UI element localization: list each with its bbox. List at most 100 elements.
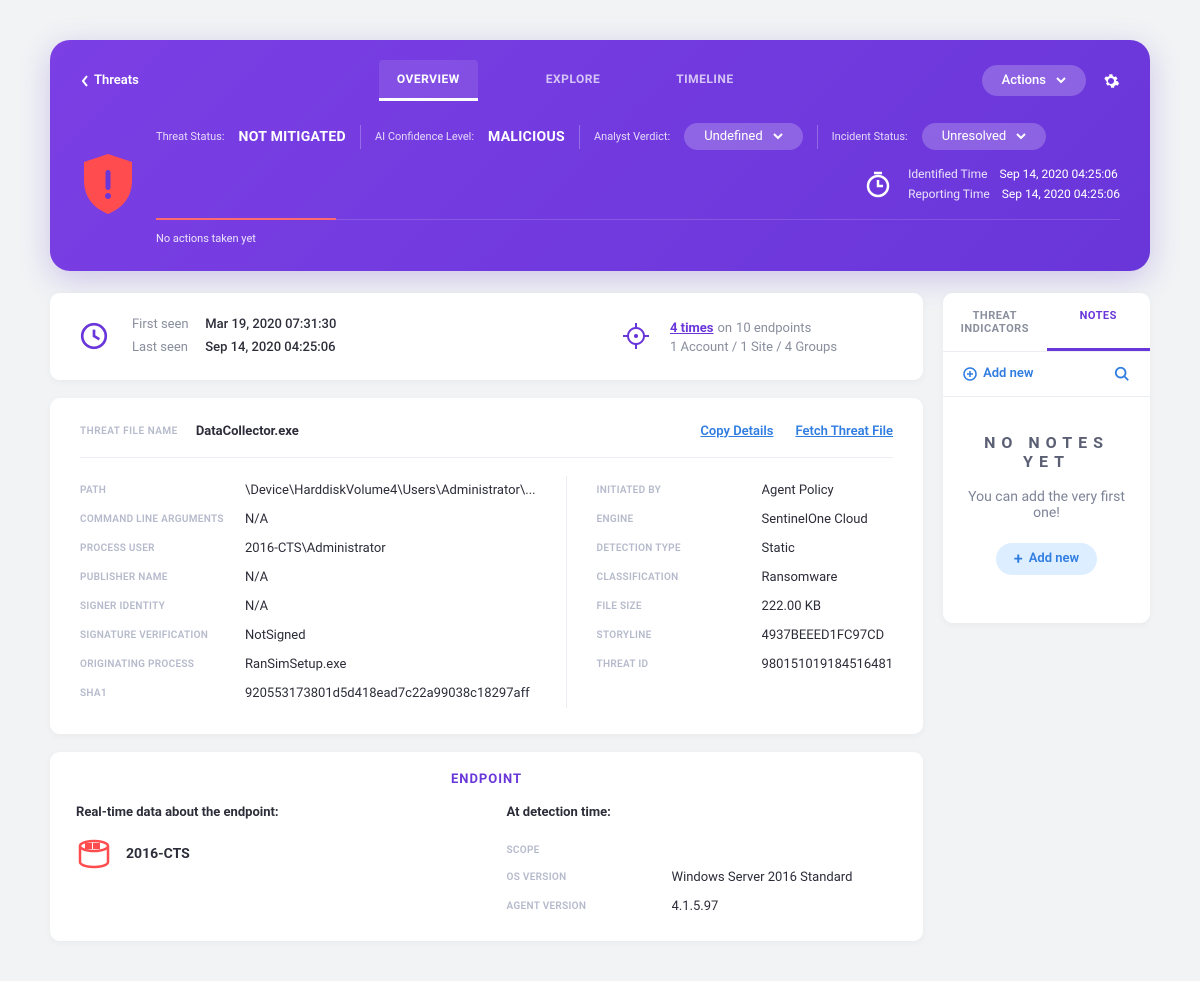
threat-details-card: THREAT FILE NAME DataCollector.exe Copy …	[50, 398, 923, 734]
detail-row: ENGINESentinelOne Cloud	[597, 505, 894, 534]
reporting-time-value: Sep 14, 2020 04:25:06	[1002, 184, 1120, 204]
detail-value: NotSigned	[245, 628, 306, 643]
detail-row: AGENT VERSION4.1.5.97	[507, 892, 898, 921]
analyst-verdict-select[interactable]: Undefined	[684, 123, 802, 150]
detail-key: SIGNER IDENTITY	[80, 599, 245, 614]
chevron-down-icon	[773, 133, 783, 140]
detail-key: AGENT VERSION	[507, 899, 672, 914]
detail-row: PATH\Device\HarddiskVolume4\Users\Admini…	[80, 476, 536, 505]
empty-notes-subtitle: You can add the very first one!	[967, 489, 1126, 521]
threat-shield-icon	[80, 152, 136, 216]
tab-timeline[interactable]: TIMELINE	[668, 60, 741, 101]
detail-row: ORIGINATING PROCESSRanSimSetup.exe	[80, 650, 536, 679]
reporting-time-label: Reporting Time	[908, 184, 990, 204]
detail-key: COMMAND LINE ARGUMENTS	[80, 512, 245, 527]
detail-value: Ransomware	[762, 570, 838, 585]
plus-circle-icon	[963, 367, 977, 381]
detail-value: 222.00 KB	[762, 599, 821, 614]
detail-key: FILE SIZE	[597, 599, 762, 614]
actions-button[interactable]: Actions	[982, 65, 1086, 96]
detail-key: THREAT ID	[597, 657, 762, 672]
first-seen-label: First seen	[132, 313, 202, 336]
identified-time-value: Sep 14, 2020 04:25:06	[999, 164, 1117, 184]
detail-value: 980151019184516481	[762, 657, 894, 672]
detail-key: PATH	[80, 483, 245, 498]
detail-value: N/A	[245, 599, 268, 614]
fetch-threat-file-link[interactable]: Fetch Threat File	[795, 424, 893, 439]
divider	[817, 125, 818, 149]
divider	[360, 125, 361, 149]
copy-details-link[interactable]: Copy Details	[700, 424, 773, 439]
actions-label: Actions	[1002, 73, 1046, 88]
detail-key: INITIATED BY	[597, 483, 762, 498]
last-seen-label: Last seen	[132, 336, 202, 359]
analyst-verdict-value: Undefined	[704, 129, 762, 144]
on-text: on	[717, 321, 732, 336]
chevron-down-icon	[1056, 77, 1066, 84]
add-chip-label: Add new	[1029, 551, 1079, 566]
last-seen-value: Sep 14, 2020 04:25:06	[205, 340, 335, 355]
detail-key: ORIGINATING PROCESS	[80, 657, 245, 672]
search-icon[interactable]	[1114, 366, 1130, 382]
tab-notes[interactable]: NOTES	[1047, 293, 1150, 351]
tab-threat-indicators[interactable]: THREAT INDICATORS	[943, 293, 1046, 351]
detail-key: ENGINE	[597, 512, 762, 527]
endpoint-title: ENDPOINT	[76, 772, 897, 805]
add-new-label: Add new	[983, 366, 1033, 381]
detail-value: N/A	[245, 512, 268, 527]
identified-time-label: Identified Time	[908, 164, 987, 184]
detail-value: SentinelOne Cloud	[762, 512, 868, 527]
detail-row: PUBLISHER NAMEN/A	[80, 563, 536, 592]
endpoint-card: ENDPOINT Real-time data about the endpoi…	[50, 752, 923, 941]
tab-explore[interactable]: EXPLORE	[538, 60, 608, 101]
detail-row: FILE SIZE222.00 KB	[597, 592, 894, 621]
detail-value: 920553173801d5d418ead7c22a99038c18297aff	[245, 686, 530, 701]
detail-row: SHA1920553173801d5d418ead7c22a99038c1829…	[80, 679, 536, 708]
detail-key: DETECTION TYPE	[597, 541, 762, 556]
incident-status-label: Incident Status:	[832, 130, 908, 143]
occurrences-link[interactable]: 4 times	[670, 321, 714, 336]
seen-summary-card: First seen Mar 19, 2020 07:31:30 Last se…	[50, 293, 923, 380]
detail-value: 4.1.5.97	[672, 899, 719, 914]
host-name: 2016-CTS	[126, 846, 190, 862]
detail-key: OS VERSION	[507, 870, 672, 885]
realtime-label: Real-time data about the endpoint:	[76, 805, 467, 820]
target-icon	[621, 321, 651, 351]
detail-key: SCOPE	[507, 843, 672, 856]
detail-row: SCOPE	[507, 836, 898, 863]
empty-notes-title: NO NOTES YET	[967, 433, 1126, 471]
stopwatch-icon	[864, 170, 892, 198]
detail-key: PUBLISHER NAME	[80, 570, 245, 585]
detail-row: CLASSIFICATIONRansomware	[597, 563, 894, 592]
endpoints-count: 10 endpoints	[736, 321, 811, 336]
incident-status-select[interactable]: Unresolved	[922, 123, 1047, 150]
divider	[566, 476, 567, 708]
chevron-down-icon	[1016, 133, 1026, 140]
chevron-left-icon	[80, 75, 90, 87]
back-threats-link[interactable]: Threats	[80, 73, 139, 88]
notes-panel: THREAT INDICATORS NOTES Add new NO NOTES…	[943, 293, 1150, 623]
detail-row: COMMAND LINE ARGUMENTSN/A	[80, 505, 536, 534]
tab-overview[interactable]: OVERVIEW	[379, 60, 478, 101]
detail-value: Static	[762, 541, 795, 556]
detail-key: SIGNATURE VERIFICATION	[80, 628, 245, 643]
detail-row: THREAT ID980151019184516481	[597, 650, 894, 679]
detail-key: CLASSIFICATION	[597, 570, 762, 585]
detail-key: STORYLINE	[597, 628, 762, 643]
file-name-value: DataCollector.exe	[196, 424, 299, 439]
detail-value: RanSimSetup.exe	[245, 657, 346, 672]
clock-icon	[79, 321, 109, 351]
divider	[579, 125, 580, 149]
detail-row: SIGNER IDENTITYN/A	[80, 592, 536, 621]
file-name-label: THREAT FILE NAME	[80, 426, 178, 437]
detail-row: STORYLINE4937BEEED1FC97CD	[597, 621, 894, 650]
analyst-verdict-label: Analyst Verdict:	[594, 130, 670, 143]
windows-server-icon	[76, 836, 112, 872]
gear-icon[interactable]	[1102, 72, 1120, 90]
add-note-chip[interactable]: + Add new	[996, 543, 1097, 575]
detail-row: PROCESS USER2016-CTS\Administrator	[80, 534, 536, 563]
add-note-link[interactable]: Add new	[963, 366, 1033, 381]
incident-status-value: Unresolved	[942, 129, 1007, 144]
detail-value: 4937BEEED1FC97CD	[762, 628, 885, 643]
threat-status-label: Threat Status:	[156, 130, 225, 143]
